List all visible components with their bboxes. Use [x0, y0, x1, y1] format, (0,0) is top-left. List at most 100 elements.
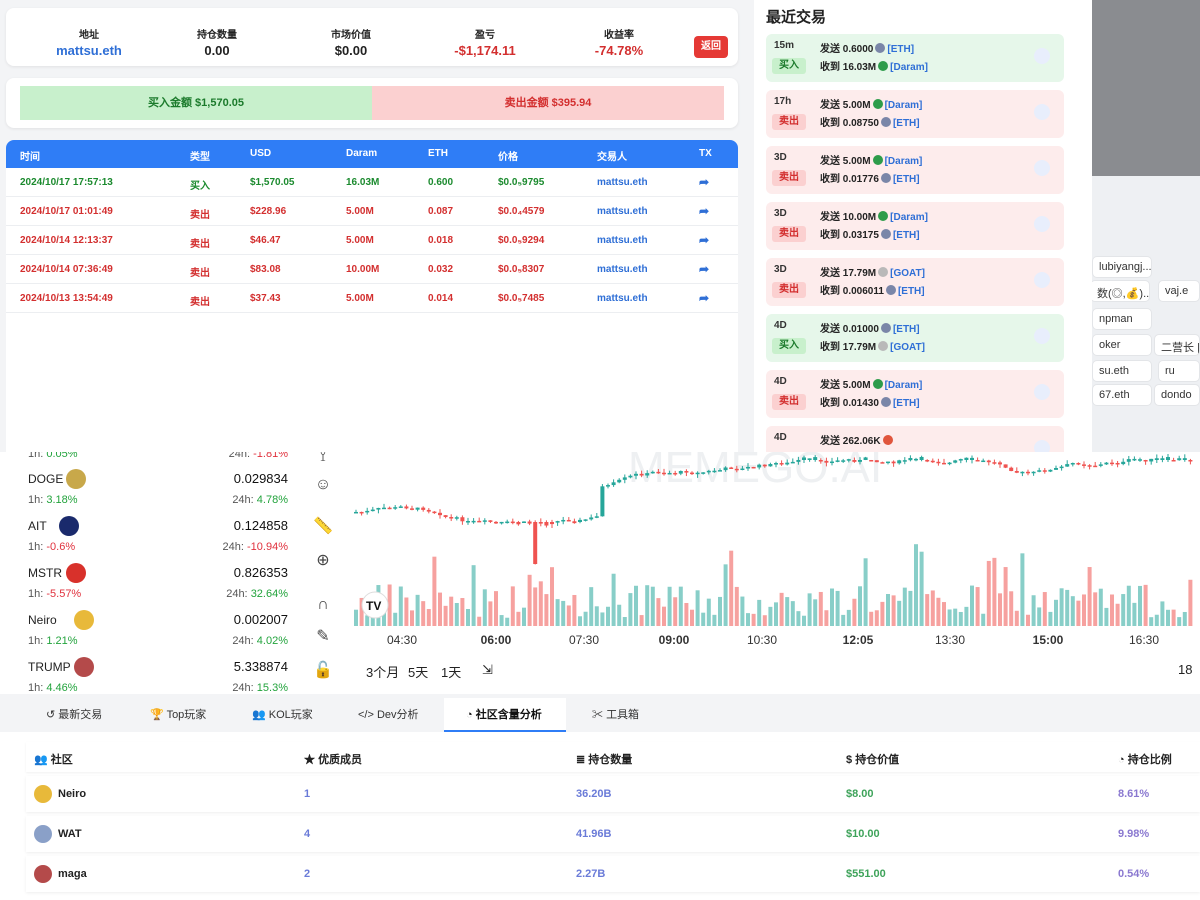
send-token[interactable]: [Daram]	[885, 380, 923, 391]
chart-icon[interactable]	[1034, 216, 1050, 232]
volume-bar	[1054, 599, 1058, 626]
candle	[908, 458, 913, 461]
candle	[466, 521, 470, 523]
ruler-icon[interactable]: 📏	[312, 516, 334, 538]
receive-token[interactable]: [GOAT]	[890, 342, 925, 353]
chart-icon[interactable]	[1034, 272, 1050, 288]
trade-daram: 5.00M	[346, 235, 374, 246]
receive-label: 收到	[820, 118, 840, 129]
back-button[interactable]: 返回	[694, 36, 728, 58]
eth-coin-icon	[875, 43, 886, 53]
table-row[interactable]: Neiro 1 36.20B $8.00 8.61%	[26, 776, 1200, 812]
volume-bar	[1188, 579, 1193, 626]
tab-latest-trades[interactable]: ↺ 最新交易	[46, 706, 102, 722]
volume-bar	[471, 565, 476, 626]
trader-link[interactable]: mattsu.eth	[597, 177, 648, 188]
send-token[interactable]: [Daram]	[885, 100, 923, 111]
external-link-icon[interactable]: ➦	[699, 175, 709, 189]
send-token[interactable]: [Daram]	[890, 212, 928, 223]
candle	[589, 517, 594, 520]
external-link-icon[interactable]: ➦	[699, 291, 709, 305]
table-row[interactable]: 2024/10/17 01:01:49 卖出 $228.96 5.00M 0.087 $0…	[6, 197, 738, 226]
chart-icon[interactable]	[1034, 160, 1050, 176]
candle	[746, 466, 750, 469]
table-row[interactable]: 2024/10/14 12:13:37 卖出 $46.47 5.00M 0.018 $0.…	[6, 226, 738, 255]
recent-trade-card[interactable]: 15m 买入 发送 0.6000 [ETH] 收到 16.03M [Daram]	[766, 34, 1064, 82]
token-name[interactable]: AIT	[28, 519, 47, 533]
quality-members[interactable]: 2	[304, 868, 310, 880]
chart-icon[interactable]	[1034, 104, 1050, 120]
send-token[interactable]: [ETH]	[887, 44, 914, 55]
magnet-icon[interactable]: ∩	[312, 594, 334, 616]
quality-members[interactable]: 4	[304, 828, 310, 840]
price-chart[interactable]: ⟟ ☺ 📏 ⊕ ∩ ✎ 🔓 « MEMEGO.AI 04:30 06:00 07:3…	[296, 452, 1200, 694]
candle	[678, 471, 683, 474]
quality-members[interactable]: 1	[304, 788, 310, 800]
trader-link[interactable]: mattsu.eth	[597, 293, 648, 304]
volume-bar	[785, 597, 790, 626]
chart-icon[interactable]	[1034, 384, 1050, 400]
volume-bar	[667, 586, 672, 626]
pie-chart-icon: ◔	[466, 709, 473, 721]
timeframe-3m[interactable]: 3个月	[366, 662, 399, 681]
trader-link[interactable]: mattsu.eth	[597, 206, 648, 217]
token-name[interactable]: MSTR	[28, 566, 62, 580]
recent-trade-card[interactable]: 4D 发送 262.06K	[766, 426, 1064, 452]
table-row[interactable]: 2024/10/13 13:54:49 卖出 $37.43 5.00M 0.014 $0.…	[6, 284, 738, 313]
receive-token[interactable]: [ETH]	[898, 286, 925, 297]
candle	[578, 519, 582, 522]
recent-trade-card[interactable]: 3D 卖出 发送 10.00M [Daram] 收到 0.03175 [ETH]	[766, 202, 1064, 250]
external-link-icon[interactable]: ➦	[699, 233, 709, 247]
tab-dev-analysis[interactable]: </> Dev分析	[358, 706, 419, 722]
timeframe-1d[interactable]: 1天	[441, 662, 461, 681]
receive-token[interactable]: [ETH]	[893, 398, 920, 409]
table-row[interactable]: 2024/10/14 07:36:49 卖出 $83.08 10.00M 0.032 $0…	[6, 255, 738, 284]
zoom-in-icon[interactable]: ⊕	[312, 550, 334, 572]
timeframe-5d[interactable]: 5天	[408, 662, 428, 681]
candle	[505, 521, 510, 524]
external-link-icon[interactable]: ➦	[699, 204, 709, 218]
volume-bar	[365, 615, 370, 626]
tab-kol-players[interactable]: 👥 KOL玩家	[252, 706, 313, 722]
table-row[interactable]: WAT 4 41.96B $10.00 9.98%	[26, 816, 1200, 852]
receive-line: 收到 16.03M [Daram]	[820, 58, 928, 73]
emoji-icon[interactable]: ☺	[312, 474, 334, 496]
crosshair-icon[interactable]: ⟟	[312, 452, 334, 468]
trader-link[interactable]: mattsu.eth	[597, 235, 648, 246]
token-name[interactable]: DOGE	[28, 472, 63, 486]
table-row[interactable]: maga 2 2.27B $551.00 0.54%	[26, 856, 1200, 892]
receive-token[interactable]: [ETH]	[893, 230, 920, 241]
token-logo-icon	[73, 657, 94, 677]
trade-age: 4D	[774, 376, 787, 387]
tab-top-players[interactable]: 🏆 Top玩家	[150, 706, 206, 722]
recent-trade-card[interactable]: 3D 卖出 发送 17.79M [GOAT] 收到 0.006011 [ETH]	[766, 258, 1064, 306]
send-token[interactable]: [ETH]	[893, 324, 920, 335]
pencil-icon[interactable]: ✎	[312, 626, 334, 648]
tab-community-analysis[interactable]: ◔ 社区含量分析	[466, 706, 542, 722]
chart-icon[interactable]	[1034, 328, 1050, 344]
recent-trade-card[interactable]: 4D 买入 发送 0.01000 [ETH] 收到 17.79M [GOAT]	[766, 314, 1064, 362]
address-link[interactable]: mattsu.eth	[24, 43, 154, 58]
token-name[interactable]: TRUMP	[28, 660, 71, 674]
receive-token[interactable]: [ETH]	[893, 174, 920, 185]
volume-bar	[723, 564, 728, 626]
chart-icon[interactable]	[1034, 440, 1050, 452]
table-row[interactable]: 2024/10/17 17:57:13 买入 $1,570.05 16.03M 0.60…	[6, 168, 738, 197]
token-name[interactable]: Neiro	[28, 613, 57, 627]
lock-icon[interactable]: 🔓	[312, 660, 334, 682]
recent-trade-card[interactable]: 17h 卖出 发送 5.00M [Daram] 收到 0.08750 [ETH]	[766, 90, 1064, 138]
send-token[interactable]: [GOAT]	[890, 268, 925, 279]
tab-toolbox[interactable]: ✂ 工具箱	[592, 706, 639, 722]
send-token[interactable]: [Daram]	[885, 156, 923, 167]
external-link-icon[interactable]: ➦	[699, 262, 709, 276]
candle	[986, 460, 991, 463]
candle	[902, 460, 907, 462]
recent-trade-card[interactable]: 3D 卖出 发送 5.00M [Daram] 收到 0.01776 [ETH]	[766, 146, 1064, 194]
chart-icon[interactable]	[1034, 48, 1050, 64]
recent-trade-card[interactable]: 4D 卖出 发送 5.00M [Daram] 收到 0.01430 [ETH]	[766, 370, 1064, 418]
trader-link[interactable]: mattsu.eth	[597, 264, 648, 275]
date-range-icon[interactable]: ⇲	[482, 662, 493, 678]
receive-token[interactable]: [ETH]	[893, 118, 920, 129]
receive-token[interactable]: [Daram]	[890, 62, 928, 73]
trade-time: 2024/10/17 17:57:13	[20, 177, 113, 188]
